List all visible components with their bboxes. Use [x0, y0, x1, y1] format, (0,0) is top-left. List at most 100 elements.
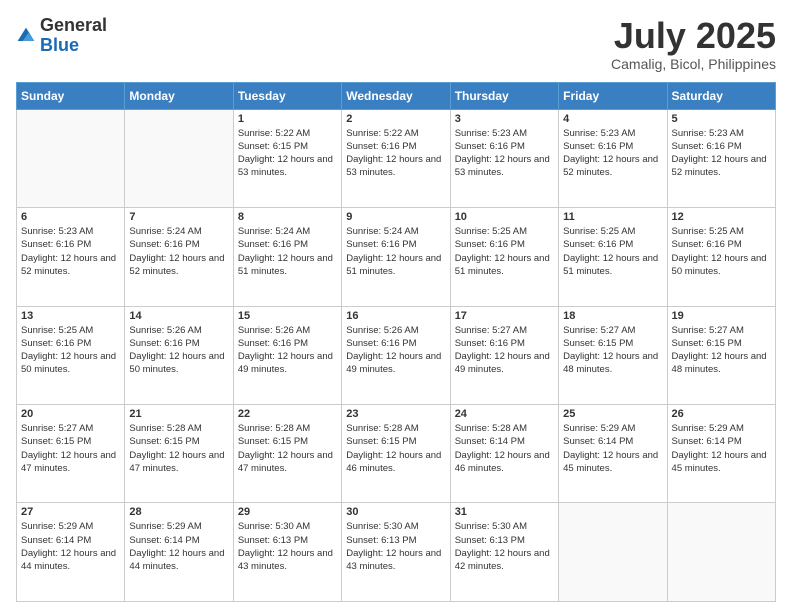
day-info: Sunrise: 5:23 AMSunset: 6:16 PMDaylight:…	[455, 127, 554, 180]
calendar-cell: 30 Sunrise: 5:30 AMSunset: 6:13 PMDayligh…	[342, 503, 450, 602]
day-info: Sunrise: 5:24 AMSunset: 6:16 PMDaylight:…	[238, 225, 337, 278]
day-number: 31	[455, 506, 554, 518]
day-info: Sunrise: 5:28 AMSunset: 6:15 PMDaylight:…	[238, 422, 337, 475]
calendar-week-4: 20 Sunrise: 5:27 AMSunset: 6:15 PMDayligh…	[17, 405, 776, 503]
day-number: 17	[455, 310, 554, 322]
day-info: Sunrise: 5:30 AMSunset: 6:13 PMDaylight:…	[455, 520, 554, 573]
day-info: Sunrise: 5:26 AMSunset: 6:16 PMDaylight:…	[346, 324, 445, 377]
day-number: 26	[672, 408, 771, 420]
calendar-week-3: 13 Sunrise: 5:25 AMSunset: 6:16 PMDayligh…	[17, 306, 776, 404]
calendar-cell: 3 Sunrise: 5:23 AMSunset: 6:16 PMDaylight…	[450, 109, 558, 207]
calendar-cell: 29 Sunrise: 5:30 AMSunset: 6:13 PMDayligh…	[233, 503, 341, 602]
calendar-header-thursday: Thursday	[450, 82, 558, 109]
logo-blue-text: Blue	[40, 35, 79, 55]
day-number: 10	[455, 211, 554, 223]
calendar-cell: 28Sunrise: 5:29 AMSunset: 6:14 PMDayligh…	[125, 503, 233, 602]
calendar-header-saturday: Saturday	[667, 82, 775, 109]
calendar-cell: 25 Sunrise: 5:29 AMSunset: 6:14 PMDayligh…	[559, 405, 667, 503]
calendar-cell: 11 Sunrise: 5:25 AMSunset: 6:16 PMDayligh…	[559, 208, 667, 306]
day-info: Sunrise: 5:25 AMSunset: 6:16 PMDaylight:…	[672, 225, 771, 278]
day-info: Sunrise: 5:22 AMSunset: 6:15 PMDaylight:…	[238, 127, 337, 180]
day-number: 16	[346, 310, 445, 322]
day-info: Sunrise: 5:23 AMSunset: 6:16 PMDaylight:…	[672, 127, 771, 180]
day-number: 18	[563, 310, 662, 322]
calendar-cell: 18Sunrise: 5:27 AMSunset: 6:15 PMDayligh…	[559, 306, 667, 404]
day-info: Sunrise: 5:25 AMSunset: 6:16 PMDaylight:…	[563, 225, 662, 278]
calendar-week-5: 27Sunrise: 5:29 AMSunset: 6:14 PMDayligh…	[17, 503, 776, 602]
calendar-header-row: SundayMondayTuesdayWednesdayThursdayFrid…	[17, 82, 776, 109]
calendar-cell: 8 Sunrise: 5:24 AMSunset: 6:16 PMDaylight…	[233, 208, 341, 306]
calendar-cell: 7 Sunrise: 5:24 AMSunset: 6:16 PMDaylight…	[125, 208, 233, 306]
day-number: 20	[21, 408, 120, 420]
day-info: Sunrise: 5:26 AMSunset: 6:16 PMDaylight:…	[238, 324, 337, 377]
calendar-header-sunday: Sunday	[17, 82, 125, 109]
calendar-cell: 17 Sunrise: 5:27 AMSunset: 6:16 PMDayligh…	[450, 306, 558, 404]
day-number: 22	[238, 408, 337, 420]
calendar-cell: 14 Sunrise: 5:26 AMSunset: 6:16 PMDayligh…	[125, 306, 233, 404]
calendar-cell: 1 Sunrise: 5:22 AMSunset: 6:15 PMDaylight…	[233, 109, 341, 207]
day-info: Sunrise: 5:24 AMSunset: 6:16 PMDaylight:…	[129, 225, 228, 278]
day-number: 5	[672, 113, 771, 125]
day-number: 4	[563, 113, 662, 125]
day-info: Sunrise: 5:28 AMSunset: 6:14 PMDaylight:…	[455, 422, 554, 475]
calendar-cell: 16 Sunrise: 5:26 AMSunset: 6:16 PMDayligh…	[342, 306, 450, 404]
day-info: Sunrise: 5:29 AMSunset: 6:14 PMDaylight:…	[129, 520, 228, 573]
day-number: 7	[129, 211, 228, 223]
logo-icon	[16, 26, 36, 46]
day-number: 12	[672, 211, 771, 223]
day-info: Sunrise: 5:27 AMSunset: 6:16 PMDaylight:…	[455, 324, 554, 377]
logo-general-text: General	[40, 15, 107, 35]
calendar-week-2: 6 Sunrise: 5:23 AMSunset: 6:16 PMDaylight…	[17, 208, 776, 306]
calendar-week-1: 1 Sunrise: 5:22 AMSunset: 6:15 PMDaylight…	[17, 109, 776, 207]
calendar-cell: 6 Sunrise: 5:23 AMSunset: 6:16 PMDaylight…	[17, 208, 125, 306]
day-number: 11	[563, 211, 662, 223]
day-number: 6	[21, 211, 120, 223]
day-number: 1	[238, 113, 337, 125]
day-info: Sunrise: 5:29 AMSunset: 6:14 PMDaylight:…	[672, 422, 771, 475]
calendar-cell: 27Sunrise: 5:29 AMSunset: 6:14 PMDayligh…	[17, 503, 125, 602]
calendar-cell: 24 Sunrise: 5:28 AMSunset: 6:14 PMDayligh…	[450, 405, 558, 503]
calendar-header-tuesday: Tuesday	[233, 82, 341, 109]
calendar-cell: 13 Sunrise: 5:25 AMSunset: 6:16 PMDayligh…	[17, 306, 125, 404]
day-number: 14	[129, 310, 228, 322]
calendar-cell: 31 Sunrise: 5:30 AMSunset: 6:13 PMDayligh…	[450, 503, 558, 602]
day-info: Sunrise: 5:29 AMSunset: 6:14 PMDaylight:…	[21, 520, 120, 573]
calendar-cell: 9Sunrise: 5:24 AMSunset: 6:16 PMDaylight…	[342, 208, 450, 306]
day-info: Sunrise: 5:27 AMSunset: 6:15 PMDaylight:…	[21, 422, 120, 475]
calendar-cell	[667, 503, 775, 602]
calendar-cell: 23Sunrise: 5:28 AMSunset: 6:15 PMDayligh…	[342, 405, 450, 503]
calendar-cell: 15Sunrise: 5:26 AMSunset: 6:16 PMDayligh…	[233, 306, 341, 404]
day-number: 8	[238, 211, 337, 223]
day-info: Sunrise: 5:29 AMSunset: 6:14 PMDaylight:…	[563, 422, 662, 475]
calendar-cell: 20 Sunrise: 5:27 AMSunset: 6:15 PMDayligh…	[17, 405, 125, 503]
calendar-cell: 5 Sunrise: 5:23 AMSunset: 6:16 PMDaylight…	[667, 109, 775, 207]
calendar-cell: 19 Sunrise: 5:27 AMSunset: 6:15 PMDayligh…	[667, 306, 775, 404]
subtitle: Camalig, Bicol, Philippines	[611, 56, 776, 72]
title-block: July 2025 Camalig, Bicol, Philippines	[611, 16, 776, 72]
logo: General Blue	[16, 16, 107, 56]
day-number: 25	[563, 408, 662, 420]
day-info: Sunrise: 5:23 AMSunset: 6:16 PMDaylight:…	[21, 225, 120, 278]
calendar-cell	[17, 109, 125, 207]
day-number: 30	[346, 506, 445, 518]
day-number: 13	[21, 310, 120, 322]
day-info: Sunrise: 5:22 AMSunset: 6:16 PMDaylight:…	[346, 127, 445, 180]
day-info: Sunrise: 5:25 AMSunset: 6:16 PMDaylight:…	[21, 324, 120, 377]
day-info: Sunrise: 5:25 AMSunset: 6:16 PMDaylight:…	[455, 225, 554, 278]
calendar-cell: 22 Sunrise: 5:28 AMSunset: 6:15 PMDayligh…	[233, 405, 341, 503]
calendar-header-friday: Friday	[559, 82, 667, 109]
day-number: 3	[455, 113, 554, 125]
day-info: Sunrise: 5:23 AMSunset: 6:16 PMDaylight:…	[563, 127, 662, 180]
day-info: Sunrise: 5:27 AMSunset: 6:15 PMDaylight:…	[672, 324, 771, 377]
calendar-cell	[125, 109, 233, 207]
day-number: 29	[238, 506, 337, 518]
calendar-cell: 12 Sunrise: 5:25 AMSunset: 6:16 PMDayligh…	[667, 208, 775, 306]
day-info: Sunrise: 5:30 AMSunset: 6:13 PMDaylight:…	[346, 520, 445, 573]
day-number: 19	[672, 310, 771, 322]
calendar-cell: 2Sunrise: 5:22 AMSunset: 6:16 PMDaylight…	[342, 109, 450, 207]
calendar-cell	[559, 503, 667, 602]
day-number: 24	[455, 408, 554, 420]
day-info: Sunrise: 5:26 AMSunset: 6:16 PMDaylight:…	[129, 324, 228, 377]
day-info: Sunrise: 5:30 AMSunset: 6:13 PMDaylight:…	[238, 520, 337, 573]
calendar-header-wednesday: Wednesday	[342, 82, 450, 109]
